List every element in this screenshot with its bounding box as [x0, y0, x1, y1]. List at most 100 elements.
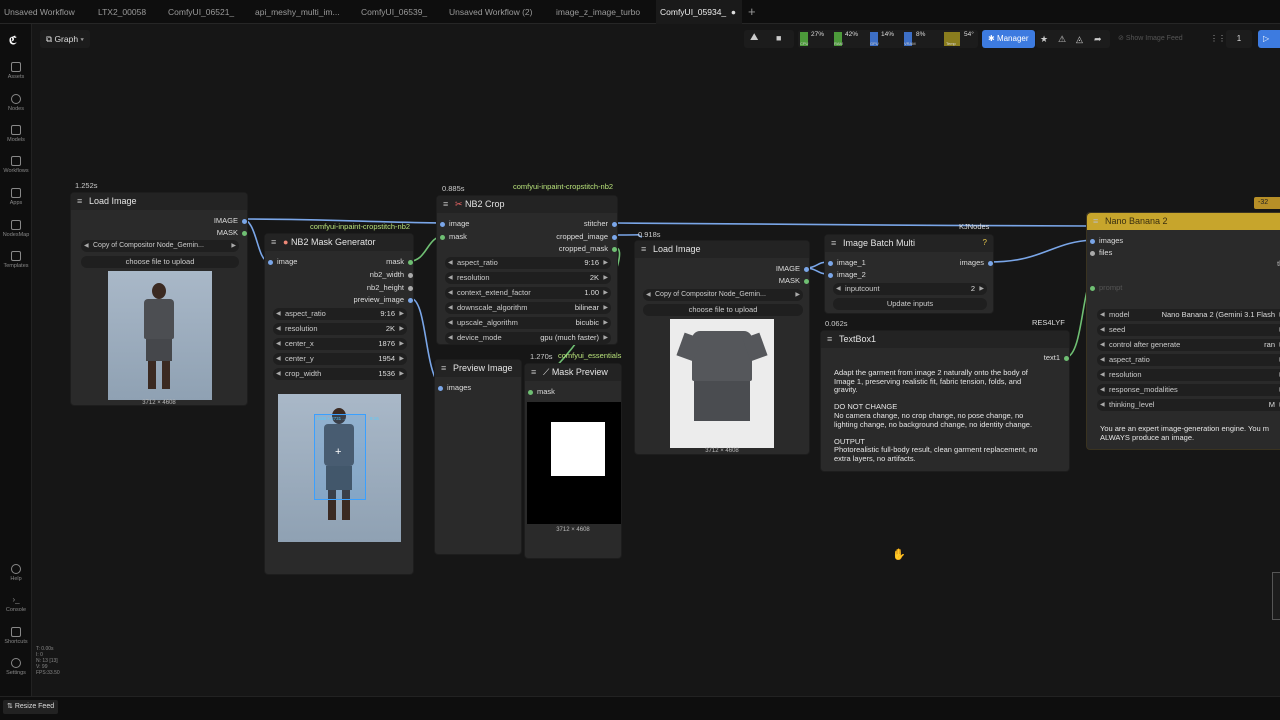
sidebar-item-apps[interactable]: Apps: [0, 188, 32, 206]
widget-aspect-ratio[interactable]: aspect_ratio 9:16: [273, 308, 407, 320]
sidebar-item-settings[interactable]: Settings: [0, 658, 32, 676]
input-image-2[interactable]: image_2: [828, 270, 866, 279]
widget-center-y[interactable]: center_y 1954: [273, 353, 407, 365]
sidebar-item-workflows[interactable]: Workflows: [0, 156, 32, 174]
help-icon[interactable]: ?: [983, 238, 987, 247]
input-slot[interactable]: [1090, 286, 1095, 291]
widget-downscale-algorithm[interactable]: downscale_algorithm bilinear: [445, 302, 611, 314]
comfy-logo-icon[interactable]: ℭ: [9, 34, 23, 48]
widget-inputcount[interactable]: inputcount 2: [833, 283, 987, 295]
widget-thinking-level[interactable]: thinking_level M: [1097, 399, 1280, 411]
output-mask[interactable]: mask: [386, 257, 413, 266]
upload-button[interactable]: choose file to upload: [643, 304, 803, 316]
node-textbox1[interactable]: TextBox1 text1 Adapt the garment from im…: [820, 330, 1070, 472]
output-text1[interactable]: text1: [1044, 353, 1069, 362]
mountain-icon[interactable]: ⛰: [750, 32, 758, 43]
sidebar-item-nodesmap[interactable]: NodesMap: [0, 220, 32, 238]
sidebar-item-assets[interactable]: Assets: [0, 62, 32, 80]
input-slot[interactable]: [1090, 239, 1095, 244]
star-icon[interactable]: ★: [1040, 30, 1048, 48]
output-slot[interactable]: [242, 219, 247, 224]
output-slot[interactable]: [408, 286, 413, 291]
tab-comfyui-05934[interactable]: ComfyUI_05934_ ●: [656, 0, 742, 24]
node-nb2-mask-generator[interactable]: ● NB2 Mask Generator image mask nb2_widt…: [264, 233, 414, 575]
output-mask[interactable]: MASK: [217, 228, 247, 237]
sidebar-item-models[interactable]: Models: [0, 125, 32, 143]
output-slot[interactable]: [1064, 356, 1069, 361]
output-slot[interactable]: [804, 279, 809, 284]
tab-ltx2[interactable]: LTX2_00058: [98, 0, 146, 24]
input-images[interactable]: images: [1090, 236, 1123, 245]
tab-comfyui-06521[interactable]: ComfyUI_06521_: [168, 0, 234, 24]
node-load-image[interactable]: Load Image IMAGE MASK Copy of Compositor…: [70, 192, 248, 406]
resize-feed-button[interactable]: ⇅ Resize Feed: [3, 700, 59, 714]
batch-count-input[interactable]: 1: [1226, 30, 1252, 48]
sidebar-item-console[interactable]: ›_ Console: [0, 595, 32, 613]
tab-unsaved-workflow-2[interactable]: Unsaved Workflow (2): [449, 0, 532, 24]
input-slot[interactable]: [828, 273, 833, 278]
tab-comfyui-06539[interactable]: ComfyUI_06539_: [361, 0, 427, 24]
widget-device-mode[interactable]: device_mode gpu (much faster): [445, 332, 611, 344]
manager-button[interactable]: ✱ Manager: [982, 30, 1035, 48]
graph-menu-button[interactable]: ⧉ Graph ▾: [40, 30, 90, 48]
node-nb2-crop[interactable]: ✂ NB2 Crop image mask stitcher cropped_i…: [436, 195, 618, 345]
widget-upscale-algorithm[interactable]: upscale_algorithm bicubic: [445, 317, 611, 329]
output-mask[interactable]: MASK: [779, 276, 809, 285]
output-nb2-height[interactable]: nb2_height: [367, 283, 413, 292]
widget-context-extend-factor[interactable]: context_extend_factor 1.00: [445, 287, 611, 299]
widget-model[interactable]: model Nano Banana 2 (Gemini 3.1 Flash: [1097, 309, 1280, 321]
drag-handle-icon[interactable]: ⋮⋮: [1210, 30, 1226, 48]
input-slot[interactable]: [528, 390, 533, 395]
upload-button[interactable]: choose file to upload: [81, 256, 239, 268]
minimap[interactable]: [1272, 572, 1280, 620]
output-images[interactable]: images: [960, 258, 993, 267]
output-slot[interactable]: [408, 273, 413, 278]
output-slot[interactable]: [804, 267, 809, 272]
input-mask[interactable]: mask: [440, 232, 467, 241]
prompt-textarea[interactable]: Adapt the garment from image 2 naturally…: [834, 369, 1066, 469]
input-image[interactable]: image: [268, 257, 297, 266]
widget-center-x[interactable]: center_x 1876: [273, 338, 407, 350]
output-preview-image[interactable]: preview_image: [354, 295, 413, 304]
output-cropped-image[interactable]: cropped_image: [556, 232, 617, 241]
output-slot[interactable]: [408, 298, 413, 303]
node-mask-preview[interactable]: ⟋ Mask Preview mask 3712 × 4608: [524, 363, 622, 559]
system-prompt-textarea[interactable]: You are an expert image-generation engin…: [1100, 425, 1280, 447]
image-file-select[interactable]: Copy of Compositor Node_Gemin...: [643, 289, 803, 301]
triangle-icon[interactable]: ⚠: [1058, 30, 1066, 48]
node-nano-banana-2[interactable]: Nano Banana 2 images files th prompt mod…: [1086, 212, 1280, 450]
widget-response-modalities[interactable]: response_modalities: [1097, 384, 1280, 396]
compass-icon[interactable]: ◬: [1076, 30, 1083, 48]
widget-aspect-ratio[interactable]: aspect_ratio 9:16: [445, 257, 611, 269]
output-cropped-mask[interactable]: cropped_mask: [559, 244, 617, 253]
run-button[interactable]: ▷: [1258, 30, 1280, 48]
widget-control-after-generate[interactable]: control after generate ran: [1097, 339, 1280, 351]
input-image-1[interactable]: image_1: [828, 258, 866, 267]
output-stitcher[interactable]: stitcher: [584, 219, 617, 228]
image-file-select[interactable]: Copy of Compositor Node_Gemin...: [81, 240, 239, 252]
widget-crop-width[interactable]: crop_width 1536: [273, 368, 407, 380]
show-image-feed-toggle[interactable]: ⊘ Show Image Feed: [1118, 30, 1183, 48]
input-slot[interactable]: [440, 235, 445, 240]
input-mask[interactable]: mask: [528, 387, 555, 396]
widget-aspect-ratio[interactable]: aspect_ratio: [1097, 354, 1280, 366]
input-image[interactable]: image: [440, 219, 469, 228]
input-slot[interactable]: [440, 222, 445, 227]
input-files[interactable]: files: [1090, 248, 1112, 257]
tab-unsaved-workflow[interactable]: Unsaved Workflow: [4, 0, 75, 24]
widget-resolution[interactable]: resolution 2K: [445, 272, 611, 284]
sidebar-item-help[interactable]: Help: [0, 564, 32, 582]
input-prompt[interactable]: prompt: [1090, 283, 1122, 292]
output-slot[interactable]: [612, 222, 617, 227]
output-nb2-width[interactable]: nb2_width: [370, 270, 413, 279]
input-slot[interactable]: [828, 261, 833, 266]
output-slot[interactable]: [612, 247, 617, 252]
widget-resolution[interactable]: resolution: [1097, 369, 1280, 381]
widget-seed[interactable]: seed: [1097, 324, 1280, 336]
sidebar-item-templates[interactable]: Templates: [0, 251, 32, 269]
output-image[interactable]: IMAGE: [214, 216, 247, 225]
input-slot[interactable]: [1090, 251, 1095, 256]
bookmark-icon[interactable]: ■: [776, 33, 781, 43]
update-inputs-button[interactable]: Update inputs: [833, 298, 987, 310]
node-load-image-2[interactable]: Load Image IMAGE MASK Copy of Compositor…: [634, 240, 810, 455]
